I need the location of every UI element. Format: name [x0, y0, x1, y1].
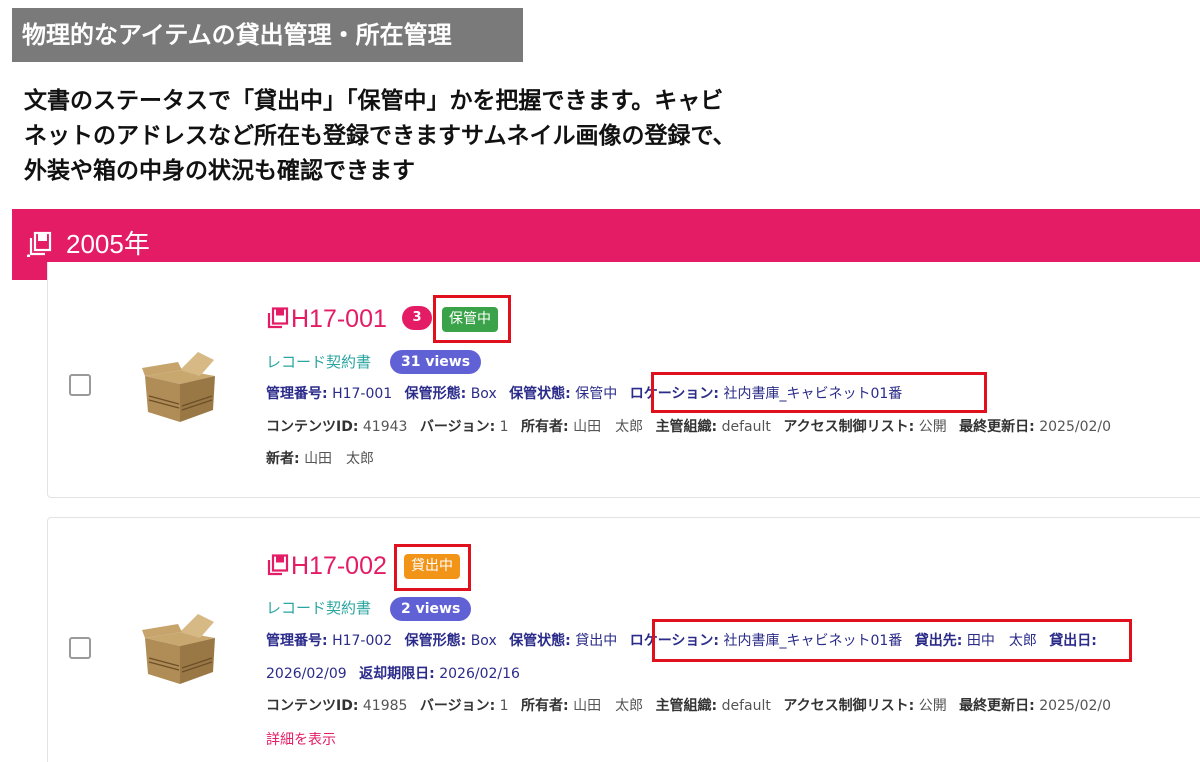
year-label: 2005年 [66, 229, 150, 259]
meta-key: 最終更新日: [959, 419, 1035, 435]
meta-key: 保管状態: [509, 386, 571, 402]
record-metadata-line: 新者: 山田 太郎 [266, 449, 382, 469]
record-title-link[interactable]: H17-002 [266, 551, 387, 581]
meta-key: 管理番号: [266, 386, 328, 402]
record-title-link[interactable]: H17-001 [266, 304, 387, 334]
meta-key: 新者: [266, 451, 300, 467]
meta-value: 2025/02/0 [1039, 698, 1112, 714]
meta-value: default [721, 698, 771, 714]
document-stack-icon [267, 554, 289, 576]
record-title: H17-002 [291, 552, 387, 580]
meta-value: 41985 [362, 698, 408, 714]
meta-key: 管理番号: [266, 633, 328, 649]
views-badge: 2 views [390, 597, 472, 621]
meta-value: 1 [499, 698, 509, 714]
highlight-box [651, 372, 987, 413]
meta-value: 2025/02/0 [1039, 419, 1112, 435]
meta-key: コンテンツID: [266, 698, 359, 714]
cardboard-box-thumbnail [142, 352, 215, 422]
description-line: ネットのアドレスなど所在も登録できますサムネイル画像の登録で、 [24, 123, 736, 149]
views-badge: 31 views [390, 350, 482, 374]
meta-value: 公開 [918, 698, 947, 714]
meta-value: 山田 太郎 [573, 419, 644, 435]
meta-key: 主管組織: [655, 419, 718, 435]
record-metadata-line: 2026/02/09 返却期限日: 2026/02/16 [266, 664, 528, 684]
highlight-box [394, 544, 471, 591]
highlight-box [433, 295, 511, 343]
record-type: レコード契約書 [266, 599, 372, 617]
document-stack-icon [26, 231, 52, 257]
meta-key: コンテンツID: [266, 419, 359, 435]
record-metadata-line: コンテンツID: 41985 バージョン: 1 所有者: 山田 太郎 主管組織:… [266, 696, 1119, 716]
meta-key: 主管組織: [655, 698, 718, 714]
description-line: 文書のステータスで「貸出中」「保管中」かを把握できます。キャビ [24, 88, 724, 114]
meta-value: 1 [499, 419, 509, 435]
meta-key: 保管形態: [404, 386, 467, 402]
meta-key: バージョン: [419, 419, 496, 435]
record-title: H17-001 [291, 305, 387, 333]
meta-key: 保管状態: [509, 633, 571, 649]
meta-key: 所有者: [521, 698, 569, 714]
cardboard-box-thumbnail [142, 614, 215, 684]
section-heading: 物理的なアイテムの貸出管理・所在管理 [12, 8, 523, 62]
meta-key: 保管形態: [404, 633, 467, 649]
meta-key: アクセス制御リスト: [783, 419, 915, 435]
record-checkbox[interactable] [69, 374, 91, 396]
highlight-box [652, 619, 1132, 662]
record-metadata-line: コンテンツID: 41943 バージョン: 1 所有者: 山田 太郎 主管組織:… [266, 417, 1119, 437]
record-checkbox[interactable] [69, 637, 91, 659]
meta-value: Box [470, 386, 497, 402]
meta-value: 公開 [918, 419, 947, 435]
meta-key: 所有者: [521, 419, 569, 435]
document-stack-icon [267, 307, 289, 329]
meta-key: アクセス制御リスト: [783, 698, 915, 714]
description-line: 外装や箱の中身の状況も確認できます [24, 158, 415, 184]
version-count-badge: 3 [402, 306, 432, 330]
meta-key: バージョン: [419, 698, 496, 714]
show-details-link[interactable]: 詳細を表示 [266, 730, 336, 750]
meta-value: 山田 太郎 [573, 698, 644, 714]
meta-value: 貸出中 [575, 633, 618, 649]
meta-value: 保管中 [575, 386, 618, 402]
meta-value: default [721, 419, 771, 435]
meta-value: 2026/02/09 [266, 666, 347, 682]
record-type: レコード契約書 [266, 353, 372, 371]
meta-value: 山田 太郎 [304, 451, 375, 467]
section-description: 文書のステータスで「貸出中」「保管中」かを把握できます。キャビ ネットのアドレス… [24, 84, 864, 189]
meta-value: 2026/02/16 [439, 666, 520, 682]
meta-key: 返却期限日: [359, 666, 435, 682]
meta-value: Box [470, 633, 497, 649]
meta-value: H17-001 [332, 386, 393, 402]
meta-key: 最終更新日: [959, 698, 1035, 714]
meta-value: H17-002 [332, 633, 393, 649]
meta-value: 41943 [362, 419, 408, 435]
